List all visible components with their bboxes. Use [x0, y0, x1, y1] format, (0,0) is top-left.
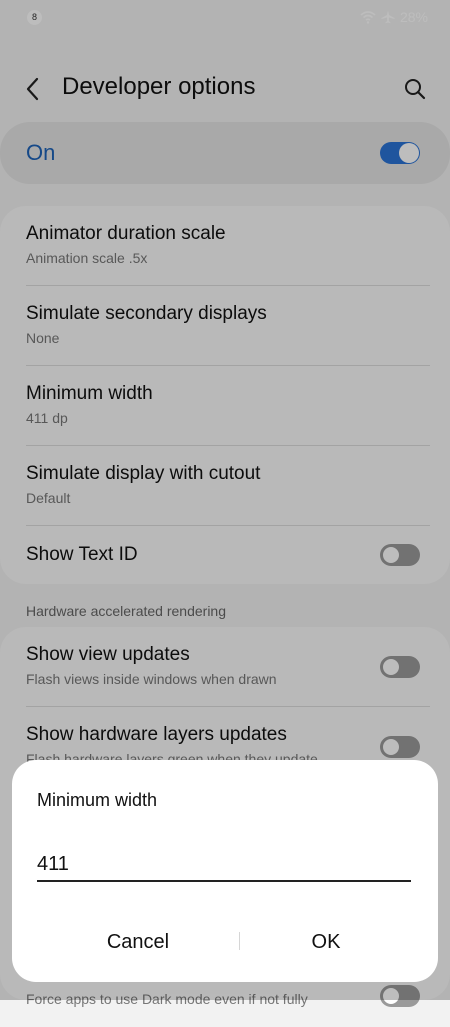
minimum-width-dialog: Minimum width Cancel OK [12, 760, 438, 982]
ok-button[interactable]: OK [236, 922, 416, 962]
dialog-title: Minimum width [37, 790, 158, 810]
cancel-button[interactable]: Cancel [48, 922, 228, 962]
developer-options-screen: 8 28% Developer options On Animator dura… [0, 0, 450, 1007]
minimum-width-input[interactable] [37, 848, 411, 882]
navigation-handle [168, 990, 282, 994]
